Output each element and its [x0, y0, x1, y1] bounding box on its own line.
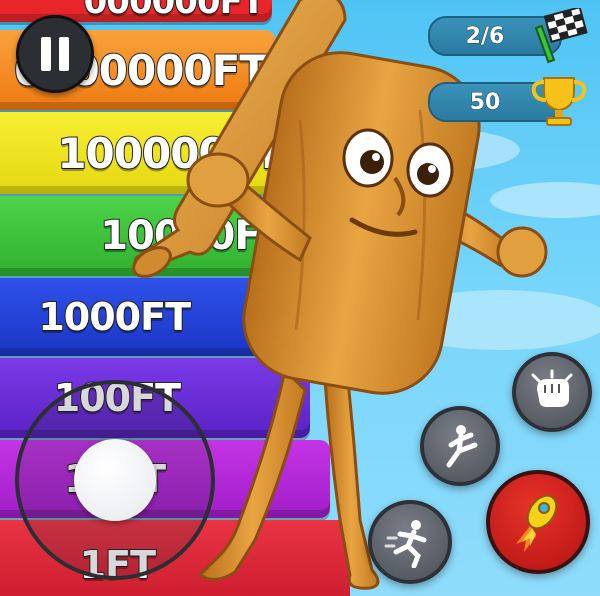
sprint-icon [384, 520, 427, 568]
rocket-boost-button[interactable] [486, 470, 590, 574]
punch-button[interactable] [512, 352, 592, 432]
trophy-icon [531, 77, 587, 126]
kick-button[interactable] [420, 406, 500, 486]
joystick-knob[interactable] [74, 439, 156, 521]
game-scene: 000000FT 0000000FT 100000FT 10000FT 1000… [0, 0, 600, 596]
rocket-icon [516, 494, 558, 552]
sprint-button[interactable] [368, 500, 452, 584]
pause-icon-bar [59, 37, 69, 71]
checkered-flag-icon [534, 8, 588, 64]
pause-icon [41, 37, 51, 71]
trophy-count: 50 [469, 89, 501, 115]
stage-progress-text: 2/6 [465, 23, 505, 49]
movement-joystick[interactable] [15, 380, 215, 580]
pause-button[interactable] [16, 15, 94, 93]
punch-icon [531, 369, 573, 407]
kick-icon [446, 425, 478, 468]
